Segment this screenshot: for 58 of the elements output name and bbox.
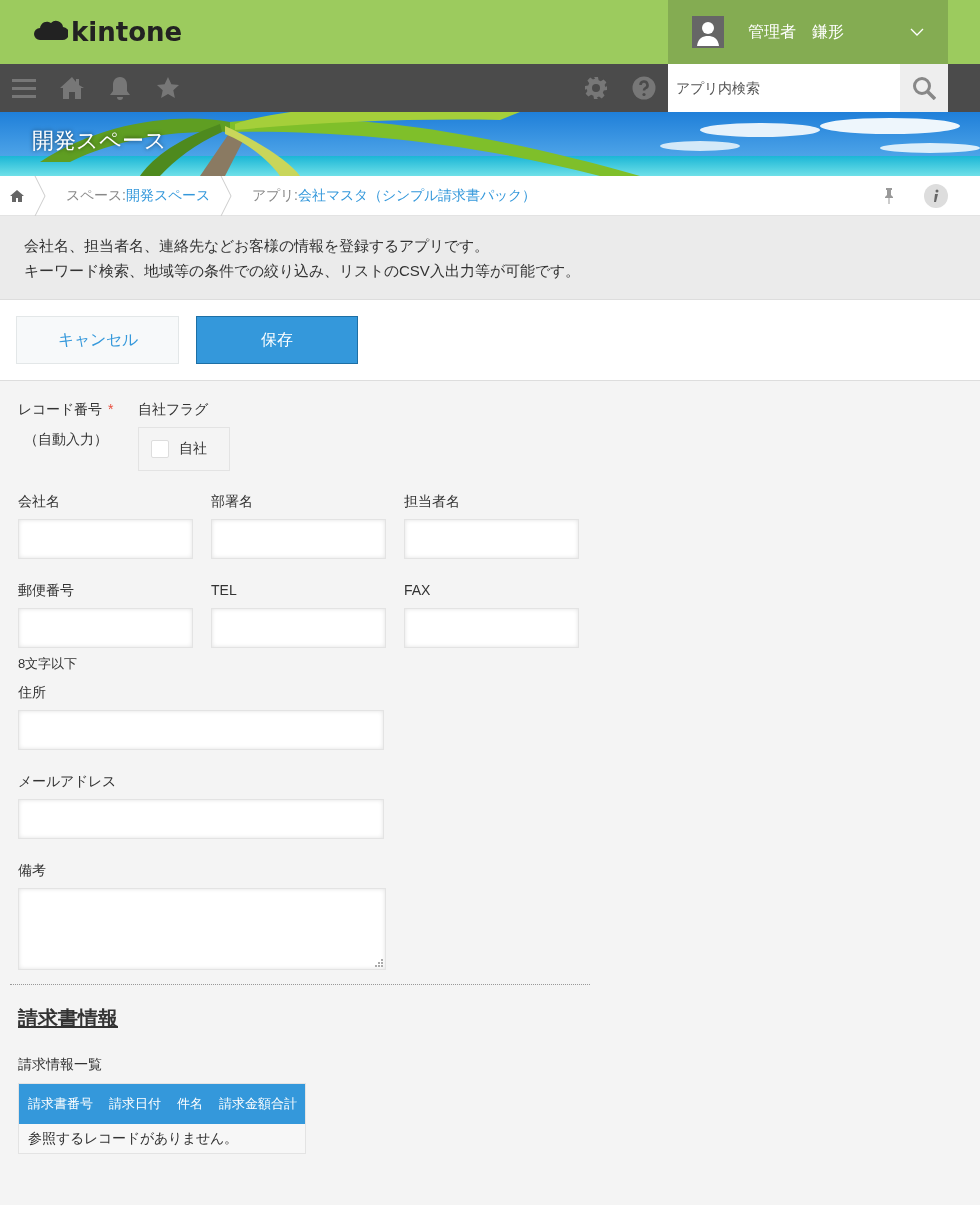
input-field[interactable]	[18, 799, 384, 839]
input-field[interactable]	[18, 608, 193, 648]
chevron-down-icon	[910, 28, 924, 36]
empty-message: 参照するレコードがありません。	[18, 1124, 306, 1154]
cancel-button[interactable]: キャンセル	[16, 316, 179, 364]
description-text: キーワード検索、地域等の条件での絞り込み、リストのCSV入出力等が可能です。	[24, 261, 581, 281]
checkbox[interactable]	[151, 440, 169, 458]
input-field[interactable]	[404, 519, 579, 559]
input-field[interactable]	[18, 710, 384, 750]
search-field[interactable]: アプリ内検索	[668, 64, 900, 112]
field-label: 自社フラグ	[138, 400, 209, 419]
breadcrumb-label: アプリ:	[251, 186, 298, 205]
input-field[interactable]	[404, 608, 579, 648]
bell-icon[interactable]	[108, 76, 132, 100]
field-label: 郵便番号	[18, 581, 75, 600]
menu-icon[interactable]	[12, 76, 36, 100]
search-icon	[912, 76, 936, 100]
table-label: 請求情報一覧	[18, 1056, 103, 1074]
field-label: 会社名	[18, 492, 61, 511]
description-text: 会社名、担当者名、連絡先などお客様の情報を登録するアプリです。	[24, 236, 490, 256]
input-field[interactable]	[211, 519, 386, 559]
star-icon[interactable]	[156, 76, 180, 100]
column-header: 請求金額合計	[211, 1083, 306, 1124]
resize-grip-icon	[374, 958, 384, 968]
breadcrumb-link[interactable]: 開発スペース	[125, 186, 210, 205]
field-label: FAX	[404, 581, 432, 600]
logo-text: kintone	[71, 17, 183, 47]
field-label: TEL	[211, 581, 238, 600]
avatar-icon	[692, 16, 724, 48]
help-icon[interactable]	[632, 76, 656, 100]
column-header: 請求日付	[101, 1083, 169, 1124]
field-hint: 8文字以下	[18, 655, 79, 673]
field-label: 担当者名	[404, 492, 461, 511]
pin-icon[interactable]	[884, 187, 894, 204]
column-header: 請求書番号	[18, 1083, 101, 1124]
home-icon[interactable]	[10, 188, 24, 203]
chevron-separator-icon	[219, 175, 232, 216]
field-label: レコード番号	[18, 401, 102, 417]
info-icon[interactable]	[924, 183, 948, 208]
search-button[interactable]	[900, 64, 948, 112]
user-menu[interactable]: 管理者 鎌形	[668, 0, 948, 64]
save-button[interactable]: 保存	[196, 316, 358, 364]
section-title: 請求書情報	[18, 1006, 118, 1031]
input-field[interactable]	[18, 519, 193, 559]
field-label: 住所	[18, 683, 47, 702]
chevron-separator-icon	[34, 175, 46, 216]
breadcrumb-label: スペース:	[66, 186, 126, 205]
settings-icon[interactable]	[584, 76, 608, 100]
field-label: 備考	[18, 861, 47, 880]
user-name: 管理者 鎌形	[748, 21, 845, 42]
checkbox-label: 自社	[179, 440, 207, 458]
field-label: メールアドレス	[18, 772, 117, 791]
field-label: 部署名	[211, 492, 254, 511]
input-field[interactable]	[211, 608, 386, 648]
text-area[interactable]	[18, 888, 386, 970]
required-mark: *	[108, 401, 114, 417]
column-header: 件名	[169, 1083, 211, 1124]
auto-input-text: （自動入力）	[23, 430, 109, 449]
